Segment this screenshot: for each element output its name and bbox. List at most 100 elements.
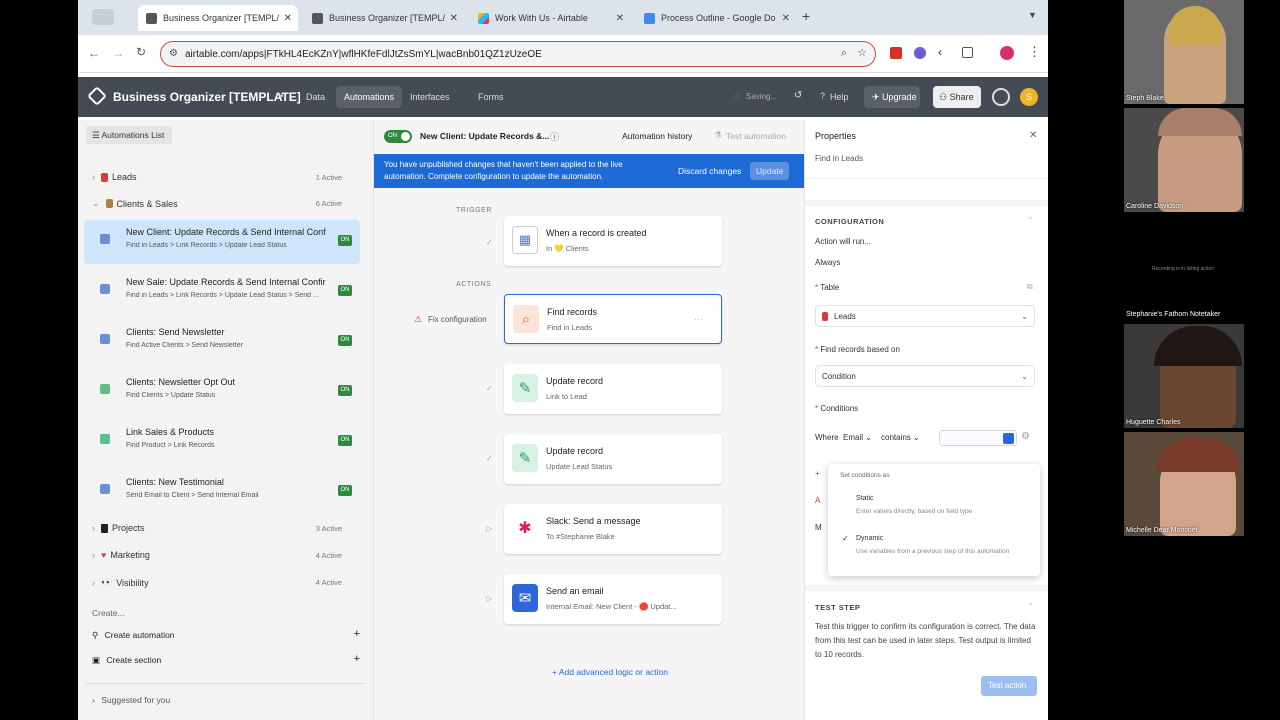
close-icon[interactable]: ✕ — [616, 13, 624, 24]
help-icon[interactable]: ? — [820, 91, 825, 101]
new-tab-icon[interactable]: + — [802, 8, 810, 24]
group-clients-sales[interactable]: ⌄ Clients & Sales 6 Active — [92, 198, 362, 209]
automations-sidebar: ☰ Automations List › Leads 1 Active ⌄ Cl… — [78, 120, 374, 720]
user-avatar[interactable]: S — [1020, 88, 1038, 106]
field-select[interactable]: Email ⌄ — [843, 433, 872, 442]
find-based-select[interactable]: Condition ⌄ — [815, 365, 1035, 387]
slack-step-card[interactable]: ✱ Slack: Send a message To #Stephanie Bl… — [504, 504, 722, 554]
run-condition-value[interactable]: Always — [815, 258, 840, 267]
browser-tab-3[interactable]: Work With Us - Airtable ✕ — [470, 5, 630, 31]
chevron-up-icon[interactable]: ⌃ — [1027, 602, 1034, 611]
find-records-step-card[interactable]: ⌕ Find records Find in Leads ··· — [504, 294, 722, 344]
status-badge[interactable]: ON — [338, 235, 352, 246]
nav-data[interactable]: Data — [306, 92, 325, 102]
upgrade-button[interactable]: ✈ Upgrade — [864, 86, 920, 108]
create-automation-button[interactable]: ⚲ Create automation + — [92, 628, 360, 641]
extension-icon[interactable] — [914, 47, 926, 59]
back-icon[interactable]: ← — [88, 46, 100, 60]
status-badge[interactable]: ON — [338, 335, 352, 346]
value-mode-icon[interactable] — [1003, 433, 1014, 444]
group-leads[interactable]: › Leads 1 Active — [92, 172, 362, 182]
group-projects[interactable]: › Projects 3 Active — [92, 523, 362, 533]
automation-item[interactable]: Clients: Newsletter Opt Out Find Clients… — [84, 370, 360, 414]
browser-tab-2[interactable]: Business Organizer [TEMPL/ ✕ — [304, 5, 464, 31]
dynamic-option[interactable]: ✓ Dynamic Use variables from a previous … — [828, 530, 1040, 562]
participant-tile[interactable]: Caroline Davidson — [1124, 108, 1244, 212]
automation-toggle[interactable]: ON — [384, 130, 412, 143]
automations-list-header[interactable]: ☰ Automations List — [86, 126, 172, 144]
participant-tile[interactable]: Michelle Dear Moncrief — [1124, 432, 1244, 536]
site-info-icon[interactable]: ⚙ — [169, 48, 178, 59]
automation-item[interactable]: New Sale: Update Records & Send Internal… — [84, 270, 360, 314]
more-options-icon[interactable]: ··· — [694, 314, 703, 324]
automation-history-button[interactable]: Automation history — [622, 131, 692, 141]
test-action-button[interactable]: Test action — [981, 676, 1037, 696]
tab-search-icon[interactable] — [92, 9, 114, 25]
update-record-step-card[interactable]: ✎ Update record Link to Lead — [504, 364, 722, 414]
find-based-label-text: Find records based on — [820, 345, 900, 354]
status-badge[interactable]: ON — [338, 385, 352, 396]
nav-forms[interactable]: Forms — [478, 92, 504, 102]
automation-item[interactable]: Clients: Send Newsletter Find Active Cli… — [84, 320, 360, 364]
operator-select[interactable]: contains ⌄ — [881, 433, 920, 442]
group-marketing[interactable]: › ♥ Marketing 4 Active — [92, 550, 362, 560]
suggested-section[interactable]: › Suggested for you — [92, 695, 170, 705]
browser-tab-4[interactable]: Process Outline - Google Do ✕ — [636, 5, 796, 31]
automation-name[interactable]: New Client: Update Records &... — [420, 131, 549, 141]
participant-tile[interactable]: Steph Blake — [1124, 0, 1244, 104]
add-condition-icon[interactable]: + — [815, 469, 820, 478]
base-title[interactable]: Business Organizer [TEMPLATE] — [113, 90, 301, 104]
nav-automations[interactable]: Automations — [336, 86, 403, 108]
send-email-step-card[interactable]: ✉ Send an email Internal Email: New Clie… — [504, 574, 722, 624]
close-icon[interactable]: ✕ — [450, 13, 458, 24]
group-visibility[interactable]: › 👀 Visibility 4 Active — [92, 577, 362, 588]
automation-item[interactable]: Link Sales & Products Find Product > Lin… — [84, 420, 360, 464]
condition-settings-icon[interactable]: ⚙ — [1021, 431, 1030, 442]
update-button[interactable]: Update — [750, 162, 790, 180]
participant-tile[interactable]: Recording is in listing action Stephanie… — [1124, 216, 1244, 320]
browser-menu-icon[interactable]: ⋮ — [1028, 44, 1041, 60]
chevron-down-icon[interactable]: ▾ — [280, 92, 284, 100]
close-icon[interactable]: ✕ — [782, 13, 790, 24]
automation-item[interactable]: Clients: New Testimonial Send Email to C… — [84, 470, 360, 514]
extensions-puzzle-icon[interactable] — [962, 47, 973, 58]
status-badge[interactable]: ON — [338, 435, 352, 446]
condition-value-input[interactable] — [939, 430, 1017, 446]
status-badge[interactable]: ON — [338, 485, 352, 496]
update-record-step-card[interactable]: ✎ Update record Update Lead Status — [504, 434, 722, 484]
add-logic-button[interactable]: + Add advanced logic or action — [552, 667, 668, 677]
url-field[interactable]: ⚙ airtable.com/apps|FTkHL4EcKZnY|wflHKfe… — [160, 41, 876, 67]
nav-interfaces[interactable]: Interfaces — [410, 92, 450, 102]
forward-icon[interactable]: → — [112, 46, 124, 60]
trigger-step-card[interactable]: ▦ When a record is created In 💛 Clients — [504, 216, 722, 266]
table-select[interactable]: Leads ⌄ — [815, 305, 1035, 327]
participant-tile[interactable]: Huguette Charles — [1124, 324, 1244, 428]
help-button[interactable]: Help — [830, 92, 849, 102]
fix-configuration-link[interactable]: Fix configuration — [428, 315, 487, 324]
close-icon[interactable]: ✕ — [1029, 130, 1037, 141]
chevron-up-icon[interactable]: ⌃ — [1027, 216, 1034, 225]
tab-menu-chevron-icon[interactable]: ▼ — [1028, 10, 1037, 20]
search-icon[interactable]: ⌕ — [841, 47, 847, 60]
close-icon[interactable]: ✕ — [284, 13, 292, 24]
info-icon[interactable]: ⓘ — [550, 130, 559, 143]
extension-icon[interactable] — [890, 47, 902, 59]
history-icon[interactable]: ↺ — [794, 90, 802, 101]
share-button[interactable]: ⚇ Share — [933, 86, 981, 108]
airtable-logo-icon[interactable] — [87, 86, 107, 106]
reload-icon[interactable]: ↻ — [136, 45, 146, 59]
test-automation-button[interactable]: Test automation — [726, 131, 786, 141]
profile-avatar[interactable] — [1000, 46, 1014, 60]
extension-icon[interactable]: ‹ — [938, 45, 942, 59]
create-section-button[interactable]: ▣ Create section + — [92, 653, 360, 666]
static-option[interactable]: Static Enter values directly, based on f… — [828, 490, 1040, 522]
automation-title: Clients: Send Newsletter — [126, 327, 225, 337]
browser-tab-1[interactable]: Business Organizer [TEMPL/ ✕ — [138, 5, 298, 31]
notifications-icon[interactable] — [992, 88, 1010, 106]
expand-icon[interactable]: ⧉ — [1027, 282, 1033, 292]
discard-changes-button[interactable]: Discard changes — [678, 166, 741, 176]
status-badge[interactable]: ON — [338, 285, 352, 296]
automation-item[interactable]: New Client: Update Records & Send Intern… — [84, 220, 360, 264]
app-header: Business Organizer [TEMPLATE] ▾ Data Aut… — [78, 77, 1048, 117]
bookmark-star-icon[interactable]: ☆ — [857, 46, 867, 59]
